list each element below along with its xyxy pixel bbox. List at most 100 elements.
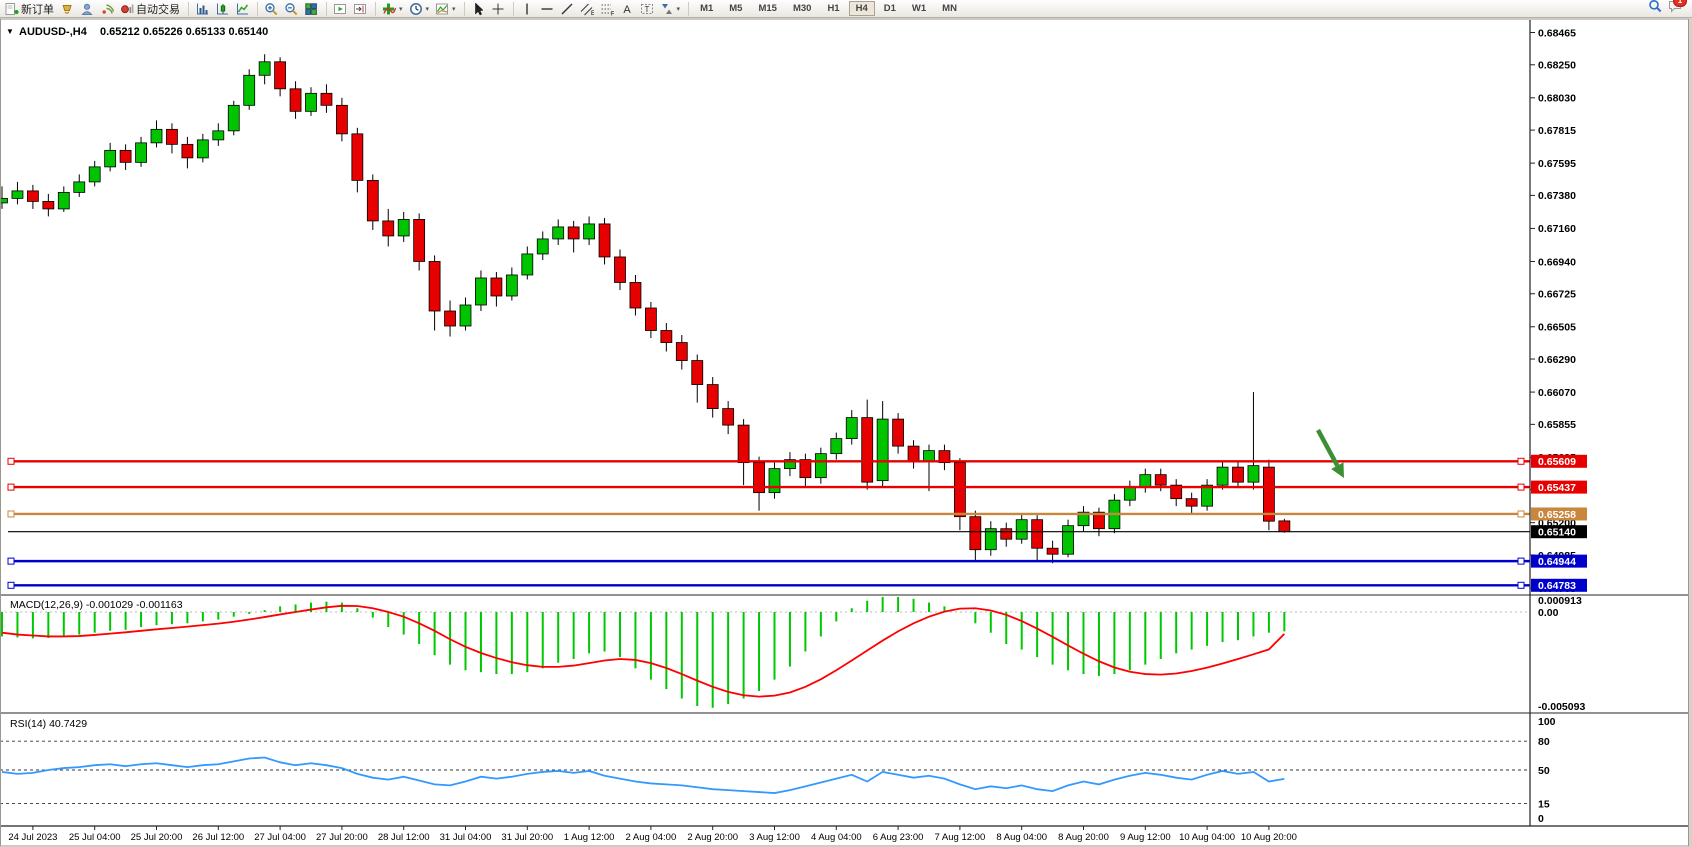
svg-text:31 Jul 20:00: 31 Jul 20:00 [501, 832, 553, 843]
svg-text:0.64783: 0.64783 [1538, 580, 1576, 592]
svg-text:28 Jul 12:00: 28 Jul 12:00 [378, 832, 430, 843]
chevron-down-icon: ▾ [452, 5, 456, 13]
zoom-out-button[interactable] [281, 1, 301, 17]
svg-text:100: 100 [1538, 716, 1556, 728]
line-chart-button[interactable] [232, 1, 252, 17]
fibonacci-icon: F [600, 2, 614, 16]
tile-windows-button[interactable] [301, 1, 321, 17]
tile-windows-icon [304, 2, 318, 16]
svg-text:0.67380: 0.67380 [1538, 190, 1576, 202]
templates-button[interactable]: ▾ [432, 1, 459, 17]
svg-text:31 Jul 04:00: 31 Jul 04:00 [440, 832, 492, 843]
timeframe-d1[interactable]: D1 [877, 1, 903, 16]
svg-text:0.66290: 0.66290 [1538, 354, 1576, 366]
auto-scroll-button[interactable] [330, 1, 350, 17]
text-button[interactable]: A [617, 1, 637, 17]
fibonacci-button[interactable]: F [597, 1, 617, 17]
svg-text:0.64944: 0.64944 [1538, 556, 1576, 568]
timeframe-toolbar: M1M5M15M30H1H4D1W1MN [692, 0, 965, 18]
toolbar-buttons: 新订单自动交易▾▾▾EFAT▾ [2, 0, 692, 18]
arrows-button[interactable]: ▾ [657, 1, 684, 17]
ohlc-values: 0.65212 0.65226 0.65133 0.65140 [100, 26, 268, 38]
svg-text:0.65855: 0.65855 [1538, 419, 1576, 431]
toolbar-separator [509, 2, 514, 16]
templates-icon [435, 2, 449, 16]
svg-text:0.67160: 0.67160 [1538, 223, 1576, 235]
notification-badge: 1 [1673, 0, 1687, 7]
toolbar-right: 1 [1648, 0, 1690, 18]
toolbar: 新订单自动交易▾▾▾EFAT▾ M1M5M15M30H1H4D1W1MN 1 [0, 0, 1692, 18]
toolbar-separator [684, 2, 689, 16]
shapes-icon [660, 2, 674, 16]
svg-text:-0.005093: -0.005093 [1538, 701, 1585, 713]
toolbar-separator [253, 2, 258, 16]
svg-text:50: 50 [1538, 765, 1550, 777]
timeframe-h1[interactable]: H1 [820, 1, 846, 16]
search-button[interactable] [1648, 0, 1662, 18]
horizontal-line-button[interactable] [537, 1, 557, 17]
zoom-in-button[interactable] [261, 1, 281, 17]
signals-button[interactable] [97, 1, 117, 17]
line-chart-icon [235, 2, 249, 16]
price-chart[interactable]: 0.684650.682500.680300.678150.675950.673… [0, 18, 1692, 847]
equidistant-channel-button[interactable]: E [577, 1, 597, 17]
notifications-button[interactable]: 1 [1668, 0, 1682, 18]
svg-text:7 Aug 12:00: 7 Aug 12:00 [935, 832, 986, 843]
crosshair-icon [491, 2, 505, 16]
trendline-button[interactable] [557, 1, 577, 17]
styler-button[interactable] [57, 1, 77, 17]
channel-icon: E [580, 2, 594, 16]
chevron-down-icon: ▾ [399, 5, 403, 13]
indicators-icon [382, 2, 396, 16]
autotrading-button[interactable]: 自动交易 [117, 1, 183, 17]
signals-icon [100, 2, 114, 16]
cursor-button[interactable] [468, 1, 488, 17]
bar-chart-icon [195, 2, 209, 16]
svg-text:1 Aug 12:00: 1 Aug 12:00 [564, 832, 615, 843]
svg-text:E: E [591, 11, 594, 16]
community-button[interactable] [77, 1, 97, 17]
svg-text:0: 0 [1538, 813, 1544, 825]
timeframe-mn[interactable]: MN [935, 1, 964, 16]
timeframe-m5[interactable]: M5 [722, 1, 749, 16]
cursor-icon [471, 2, 485, 16]
timeframe-m1[interactable]: M1 [693, 1, 720, 16]
svg-text:0.65140: 0.65140 [1538, 526, 1576, 538]
indicators-button[interactable]: ▾ [379, 1, 406, 17]
candlestick-button[interactable] [212, 1, 232, 17]
crosshair-button[interactable] [488, 1, 508, 17]
svg-text:0.00: 0.00 [1538, 607, 1559, 619]
autotrading-button-label: 自动交易 [136, 1, 180, 17]
bucket-icon [60, 2, 74, 16]
bar-chart-button[interactable] [192, 1, 212, 17]
macd-label: MACD(12,26,9) -0.001029 -0.001163 [10, 599, 183, 611]
timeframe-h4[interactable]: H4 [849, 1, 875, 16]
svg-text:6 Aug 23:00: 6 Aug 23:00 [873, 832, 924, 843]
svg-text:27 Jul 04:00: 27 Jul 04:00 [254, 832, 306, 843]
vertical-line-button[interactable] [517, 1, 537, 17]
svg-text:10 Aug 04:00: 10 Aug 04:00 [1179, 832, 1235, 843]
timeframe-m15[interactable]: M15 [751, 1, 783, 16]
svg-text:0.000913: 0.000913 [1538, 595, 1582, 607]
auto-scroll-icon [333, 2, 347, 16]
zoom-in-icon [264, 2, 278, 16]
svg-text:F: F [611, 11, 614, 16]
periods-button[interactable]: ▾ [406, 1, 433, 17]
timeframe-w1[interactable]: W1 [905, 1, 933, 16]
timeframe-m30[interactable]: M30 [786, 1, 818, 16]
svg-text:24 Jul 2023: 24 Jul 2023 [8, 832, 57, 843]
new-order-icon [5, 2, 19, 16]
svg-text:0.66940: 0.66940 [1538, 256, 1576, 268]
svg-text:0.66505: 0.66505 [1538, 322, 1576, 334]
new-order-button[interactable]: 新订单 [2, 1, 57, 17]
svg-text:8 Aug 20:00: 8 Aug 20:00 [1058, 832, 1109, 843]
chart-shift-button[interactable] [350, 1, 370, 17]
new-order-button-label: 新订单 [21, 1, 54, 17]
svg-text:27 Jul 20:00: 27 Jul 20:00 [316, 832, 368, 843]
symbol-dropdown-icon[interactable]: ▼ [6, 27, 14, 36]
svg-text:A: A [623, 4, 631, 16]
text-label-button[interactable]: T [637, 1, 657, 17]
svg-text:0.65258: 0.65258 [1538, 509, 1576, 521]
chart-shift-icon [353, 2, 367, 16]
svg-text:9 Aug 12:00: 9 Aug 12:00 [1120, 832, 1171, 843]
